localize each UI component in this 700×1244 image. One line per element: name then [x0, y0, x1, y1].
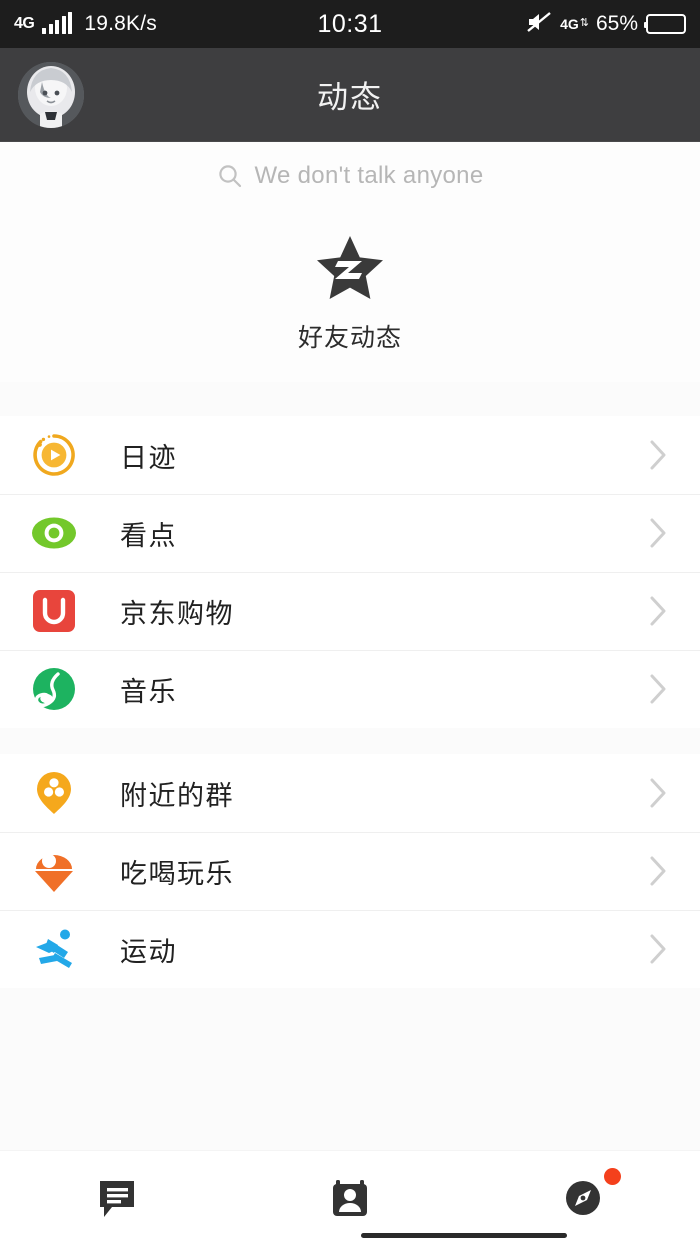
nearby-group-pin-icon — [30, 769, 78, 817]
search-bar[interactable]: We don't talk anyone — [0, 142, 700, 210]
status-bar-left: 4G 19.8K/s — [14, 12, 157, 36]
chevron-right-icon — [648, 932, 668, 966]
status-bar: 4G 19.8K/s 10:31 4G ⇅ 65% — [0, 0, 700, 48]
sports-runner-icon — [30, 925, 78, 973]
search-input[interactable]: We don't talk anyone — [255, 162, 484, 190]
content-area: We don't talk anyone 好友动态 日迹 看点 京东购物 音乐 … — [0, 142, 700, 1150]
list-item-jd-shopping[interactable]: 京东购物 — [0, 572, 700, 650]
list-group-primary: 日迹 看点 京东购物 音乐 — [0, 416, 700, 728]
chat-bubble-icon — [91, 1172, 143, 1224]
updown-arrows-icon: ⇅ — [579, 17, 589, 30]
list-item-label: 附近的群 — [120, 780, 234, 811]
kandian-eye-icon — [30, 509, 78, 557]
data-transfer-icon: 4G ⇅ — [560, 16, 589, 32]
list-item-music[interactable]: 音乐 — [0, 650, 700, 728]
bottom-navigation — [0, 1150, 700, 1244]
compass-icon — [557, 1167, 622, 1224]
qzone-star-icon — [313, 234, 387, 304]
friend-feed-entry[interactable]: 好友动态 — [0, 210, 700, 382]
list-item-label: 看点 — [120, 520, 177, 551]
list-item-label: 日迹 — [120, 442, 177, 473]
list-item-label: 京东购物 — [120, 598, 234, 629]
app-header: 动态 — [0, 48, 700, 142]
signal-bars-icon — [42, 12, 73, 34]
nav-item-discover[interactable] — [467, 1151, 700, 1244]
list-group-secondary: 附近的群 吃喝玩乐 运动 — [0, 754, 700, 988]
battery-icon — [644, 14, 686, 34]
list-item-nearby-group[interactable]: 附近的群 — [0, 754, 700, 832]
section-spacer — [0, 382, 700, 416]
data-network-label: 4G — [560, 16, 579, 32]
status-bar-right: 4G ⇅ 65% — [526, 11, 686, 38]
battery-percent-label: 65% — [595, 12, 638, 35]
chevron-right-icon — [648, 516, 668, 550]
chevron-right-icon — [648, 438, 668, 472]
list-item-daily-trace[interactable]: 日迹 — [0, 416, 700, 494]
chevron-right-icon — [648, 776, 668, 810]
search-icon — [217, 163, 243, 189]
list-item-label: 吃喝玩乐 — [120, 858, 234, 889]
phone-screen: 4G 19.8K/s 10:31 4G ⇅ 65% 动态 We don't ta… — [0, 0, 700, 1244]
food-fun-cone-icon — [30, 847, 78, 895]
list-item-label: 运动 — [120, 936, 177, 967]
list-group-gap — [0, 728, 700, 754]
contacts-card-icon — [324, 1172, 376, 1224]
notification-badge — [604, 1167, 622, 1185]
music-note-icon — [30, 665, 78, 713]
muted-speaker-icon — [526, 11, 552, 38]
list-item-sports[interactable]: 运动 — [0, 910, 700, 988]
page-title: 动态 — [317, 80, 383, 115]
chevron-right-icon — [648, 594, 668, 628]
daily-trace-icon — [30, 431, 78, 479]
jd-shopping-icon — [30, 587, 78, 635]
nav-item-contacts[interactable] — [233, 1151, 466, 1244]
list-item-kandian[interactable]: 看点 — [0, 494, 700, 572]
friend-feed-label: 好友动态 — [297, 324, 402, 352]
chevron-right-icon — [648, 672, 668, 706]
chevron-right-icon — [648, 854, 668, 888]
home-indicator — [0, 1233, 700, 1238]
content-filler — [0, 988, 700, 1150]
network-speed-label: 19.8K/s — [84, 12, 157, 35]
list-item-label: 音乐 — [120, 676, 177, 707]
nav-item-messages[interactable] — [0, 1151, 233, 1244]
network-type-label: 4G — [14, 15, 35, 32]
list-item-food-fun[interactable]: 吃喝玩乐 — [0, 832, 700, 910]
user-avatar[interactable] — [18, 61, 84, 128]
